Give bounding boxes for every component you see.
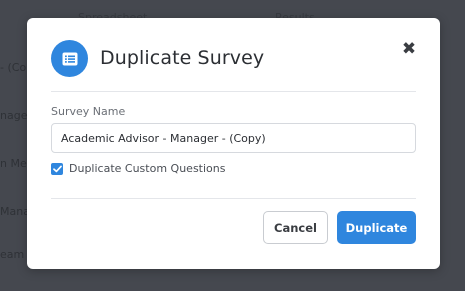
survey-name-input[interactable]: [51, 123, 416, 153]
duplicate-questions-checkbox[interactable]: [51, 162, 63, 175]
duplicate-button[interactable]: Duplicate: [337, 211, 416, 244]
bg-row-text: eam: [0, 248, 25, 261]
duplicate-survey-modal: Duplicate Survey ✖ Survey Name Duplicate…: [27, 18, 440, 269]
survey-list-icon: [51, 40, 88, 77]
bg-row-text: n Me: [0, 157, 27, 170]
duplicate-questions-label: Duplicate Custom Questions: [69, 162, 226, 175]
survey-name-label: Survey Name: [51, 105, 126, 118]
close-icon[interactable]: ✖: [397, 39, 421, 59]
modal-title: Duplicate Survey: [100, 47, 265, 69]
duplicate-questions-option[interactable]: Duplicate Custom Questions: [51, 162, 225, 175]
footer-divider: [51, 198, 416, 199]
cancel-button[interactable]: Cancel: [263, 211, 328, 244]
header-divider: [51, 91, 416, 92]
checkmark-icon: [52, 165, 62, 172]
